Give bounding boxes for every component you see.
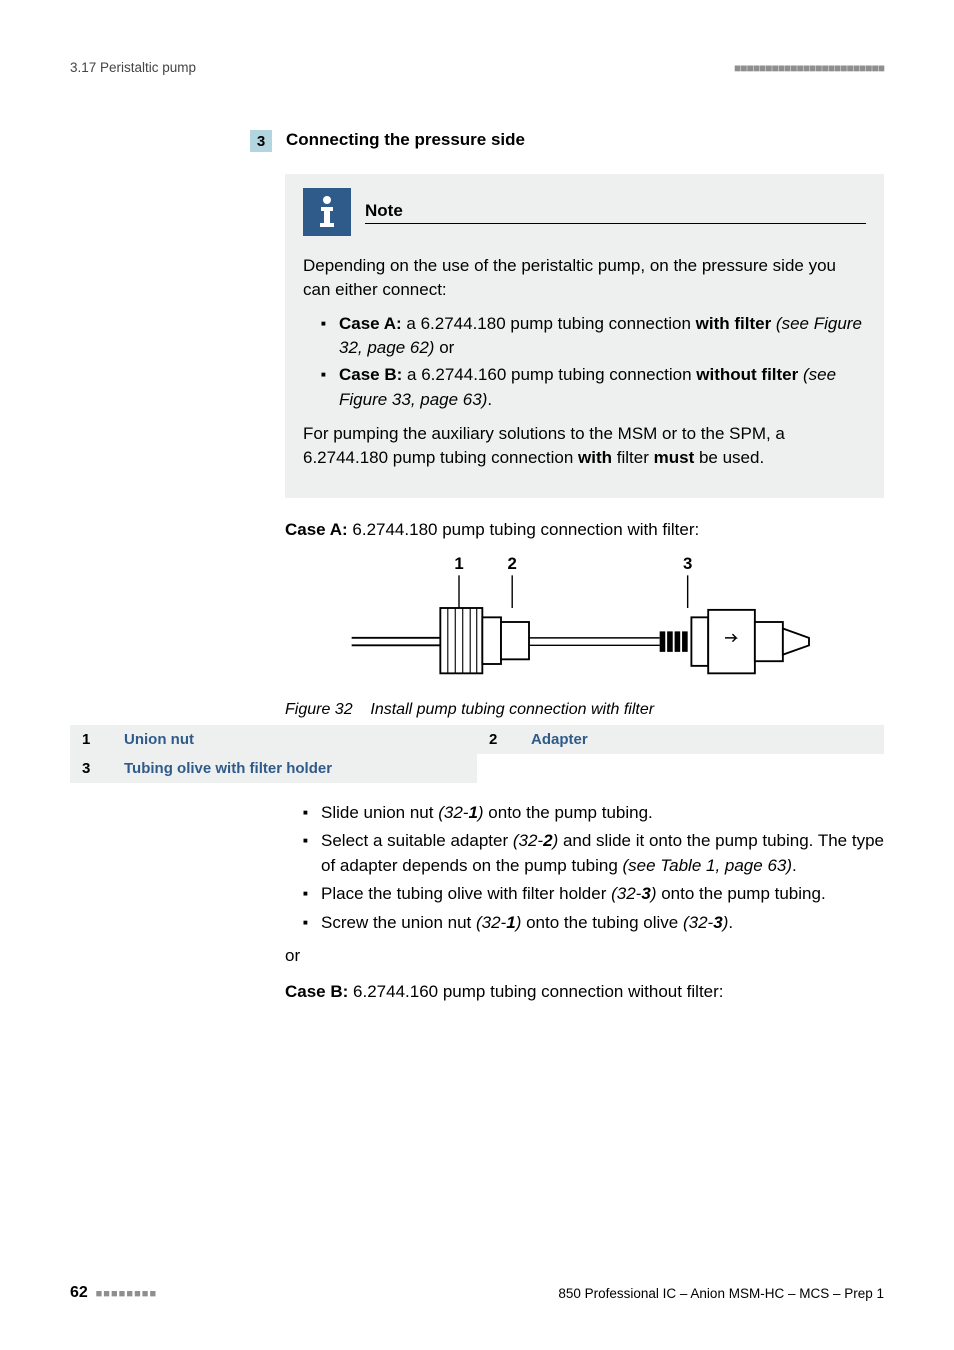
figure-caption: Figure 32 Install pump tubing connection… [285,701,884,719]
case-b-heading: Case B: 6.2744.160 pump tubing connectio… [285,980,884,1004]
note-callout: Note Depending on the use of the perista… [285,174,884,498]
svg-text:3: 3 [682,553,691,572]
page-header: 3.17 Peristaltic pump ■■■■■■■■■■■■■■■■■■… [70,60,884,75]
instruction-1: Slide union nut (32-1) onto the pump tub… [303,801,884,826]
instruction-3: Place the tubing olive with filter holde… [303,882,884,907]
figure-legend: 1 Union nut 2 Adapter 3 Tubing olive wit… [70,725,884,783]
note-case-b: Case B: a 6.2744.160 pump tubing connect… [321,363,866,412]
section-label: 3.17 Peristaltic pump [70,60,196,75]
or-separator: or [285,946,884,966]
step-heading: 3 Connecting the pressure side [250,130,884,152]
header-ornament: ■■■■■■■■■■■■■■■■■■■■■■■■ [734,61,884,75]
legend-item-1: 1 Union nut [70,725,477,754]
note-intro: Depending on the use of the peristaltic … [303,254,866,302]
instruction-list: Slide union nut (32-1) onto the pump tub… [285,801,884,936]
note-case-a: Case A: a 6.2744.180 pump tubing connect… [321,312,866,361]
page-footer: 62 ■ ■ ■ ■ ■ ■ ■ ■ 850 Professional IC –… [70,1284,884,1302]
instruction-2: Select a suitable adapter (32-2) and sli… [303,829,884,878]
figure-32-diagram: 1 2 3 [285,552,884,697]
step-title: Connecting the pressure side [286,130,525,152]
info-icon [303,188,351,236]
page-number: 62 [70,1284,88,1301]
footer-ornament: ■ ■ ■ ■ ■ ■ ■ ■ [96,1288,156,1300]
note-outro: For pumping the auxiliary solutions to t… [303,422,866,470]
legend-item-2: 2 Adapter [477,725,884,754]
legend-item-3: 3 Tubing olive with filter holder [70,754,477,783]
svg-text:2: 2 [507,553,516,572]
note-label: Note [365,201,866,224]
instruction-4: Screw the union nut (32-1) onto the tubi… [303,911,884,936]
product-name: 850 Professional IC – Anion MSM-HC – MCS… [558,1286,884,1301]
svg-text:1: 1 [454,553,463,572]
step-number-badge: 3 [250,130,272,152]
case-a-heading: Case A: 6.2744.180 pump tubing connectio… [285,518,884,542]
